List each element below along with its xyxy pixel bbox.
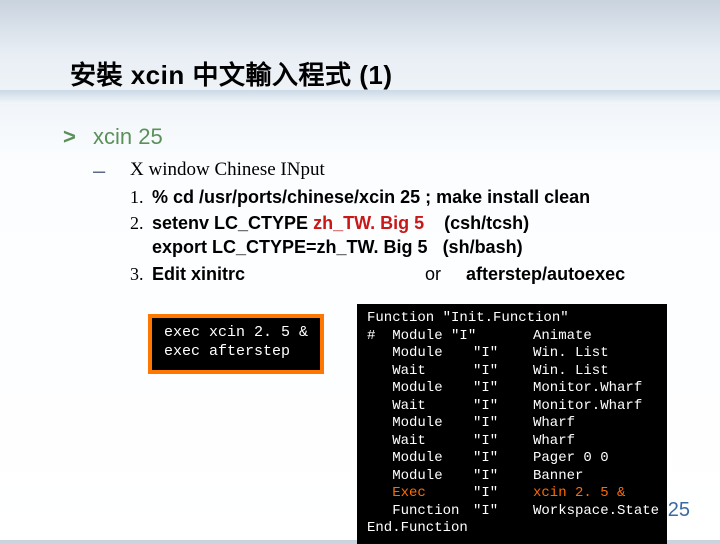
code-line: Module"I"Win. List	[367, 345, 659, 363]
list-item: 3.Edit xinitrcor afterstep/autoexec	[130, 262, 625, 286]
list-number: 1.	[130, 185, 152, 209]
code-line: Function "Init.Function"	[367, 310, 659, 328]
code-line: End.Function	[367, 520, 659, 538]
numbered-list: 1.% cd /usr/ports/chinese/xcin 25 ; make…	[130, 185, 625, 286]
list-text: Edit xinitrcor afterstep/autoexec	[152, 262, 625, 286]
code-line: Exec"I"xcin 2. 5 &	[367, 485, 659, 503]
list-text: setenv LC_CTYPE zh_TW. Big 5 (csh/tcsh)e…	[152, 211, 529, 260]
code-line: Function"I"Workspace.State	[367, 503, 659, 521]
header-band	[0, 90, 720, 104]
code-line: Wait"I"Monitor.Wharf	[367, 398, 659, 416]
code-line: exec xcin 2. 5 &	[164, 324, 308, 343]
bullet-marker: >	[63, 124, 76, 150]
list-text: % cd /usr/ports/chinese/xcin 25 ; make i…	[152, 185, 590, 209]
list-number: 3.	[130, 262, 152, 286]
subtitle: X window Chinese INput	[130, 157, 625, 183]
list-item: 1.% cd /usr/ports/chinese/xcin 25 ; make…	[130, 185, 625, 209]
code-box-xinitrc: exec xcin 2. 5 &exec afterstep	[148, 314, 324, 374]
code-line: exec afterstep	[164, 343, 308, 362]
code-line: Module"I"Wharf	[367, 415, 659, 433]
code-line: Module"I"Pager 0 0	[367, 450, 659, 468]
code-line: Module"I"Banner	[367, 468, 659, 486]
code-box-afterstep: Function "Init.Function"# Module "I"Anim…	[357, 304, 667, 544]
slide-title: 安裝 xcin 中文輸入程式 (1)	[70, 55, 392, 92]
code-line: # Module "I"Animate	[367, 328, 659, 346]
code-line: Module"I"Monitor.Wharf	[367, 380, 659, 398]
page-number: 25	[668, 499, 690, 522]
topic-label: xcin 25	[93, 124, 163, 150]
list-number: 2.	[130, 211, 152, 260]
code-line: Wait"I"Win. List	[367, 363, 659, 381]
sub-bullet-marker: –	[93, 158, 105, 184]
list-item: 2.setenv LC_CTYPE zh_TW. Big 5 (csh/tcsh…	[130, 211, 625, 260]
content-block: X window Chinese INput 1.% cd /usr/ports…	[130, 157, 625, 286]
code-line: Wait"I"Wharf	[367, 433, 659, 451]
